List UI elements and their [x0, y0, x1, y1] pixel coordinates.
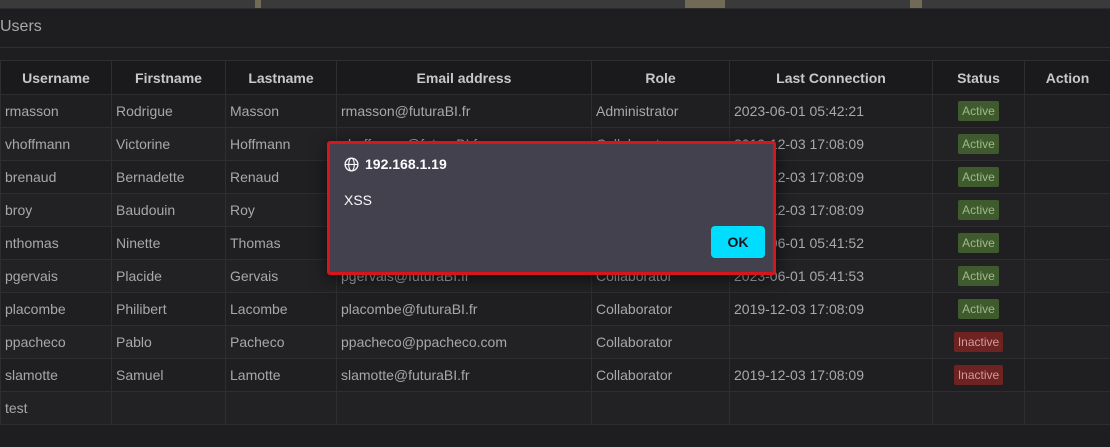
username-cell: pgervais [1, 260, 112, 293]
dialog-message: XSS [344, 192, 372, 208]
globe-icon [344, 157, 359, 172]
status-badge: Active [958, 200, 999, 220]
firstname-cell: Baudouin [112, 194, 226, 227]
lastname-cell: Roy [226, 194, 337, 227]
action-cell [1025, 326, 1110, 359]
firstname-cell: Placide [112, 260, 226, 293]
last-connection-cell: 2019-12-03 17:08:09 [730, 293, 933, 326]
status-badge: Active [958, 101, 999, 121]
alert-dialog: 192.168.1.19 XSS OK [327, 141, 776, 275]
status-cell: Active [933, 95, 1025, 128]
status-cell: Active [933, 128, 1025, 161]
panel-divider [0, 47, 1110, 48]
lastname-cell: Lacombe [226, 293, 337, 326]
status-badge: Active [958, 233, 999, 253]
firstname-cell [112, 392, 226, 425]
lastname-cell: Masson [226, 95, 337, 128]
column-header-role[interactable]: Role [592, 61, 730, 95]
role-cell: Collaborator [592, 359, 730, 392]
status-cell: Inactive [933, 326, 1025, 359]
column-header-email[interactable]: Email address [337, 61, 592, 95]
background-strip [0, 0, 1110, 8]
last-connection-cell: 2023-06-01 05:42:21 [730, 95, 933, 128]
username-cell: broy [1, 194, 112, 227]
email-cell: ppacheco@ppacheco.com [337, 326, 592, 359]
role-cell: Collaborator [592, 326, 730, 359]
email-cell: placombe@futuraBI.fr [337, 293, 592, 326]
lastname-cell: Pacheco [226, 326, 337, 359]
status-cell: Active [933, 194, 1025, 227]
username-cell: brenaud [1, 161, 112, 194]
last-connection-cell [730, 326, 933, 359]
status-cell: Active [933, 227, 1025, 260]
email-cell: rmasson@futuraBI.fr [337, 95, 592, 128]
username-cell: placombe [1, 293, 112, 326]
status-badge: Active [958, 299, 999, 319]
firstname-cell: Philibert [112, 293, 226, 326]
status-cell: Active [933, 293, 1025, 326]
dialog-origin-text: 192.168.1.19 [365, 156, 447, 172]
dialog-origin: 192.168.1.19 [344, 156, 447, 172]
table-row: rmassonRodrigueMassonrmasson@futuraBI.fr… [1, 95, 1110, 128]
firstname-cell: Pablo [112, 326, 226, 359]
column-header-status[interactable]: Status [933, 61, 1025, 95]
email-cell: slamotte@futuraBI.fr [337, 359, 592, 392]
role-cell: Collaborator [592, 293, 730, 326]
status-badge: Active [958, 167, 999, 187]
action-cell [1025, 260, 1110, 293]
action-cell [1025, 128, 1110, 161]
status-badge: Active [958, 134, 999, 154]
status-badge: Inactive [954, 365, 1003, 385]
username-cell: rmasson [1, 95, 112, 128]
username-cell: test [1, 392, 112, 425]
table-row: slamotteSamuelLamotteslamotte@futuraBI.f… [1, 359, 1110, 392]
lastname-cell: Gervais [226, 260, 337, 293]
status-cell: Active [933, 260, 1025, 293]
firstname-cell: Rodrigue [112, 95, 226, 128]
last-connection-cell [730, 392, 933, 425]
panel-title: Users [0, 18, 42, 36]
role-cell: Administrator [592, 95, 730, 128]
column-header-username[interactable]: Username [1, 61, 112, 95]
lastname-cell: Lamotte [226, 359, 337, 392]
firstname-cell: Victorine [112, 128, 226, 161]
firstname-cell: Bernadette [112, 161, 226, 194]
username-cell: ppacheco [1, 326, 112, 359]
last-connection-cell: 2019-12-03 17:08:09 [730, 359, 933, 392]
email-cell [337, 392, 592, 425]
status-badge: Inactive [954, 332, 1003, 352]
action-cell [1025, 194, 1110, 227]
column-header-lastname[interactable]: Lastname [226, 61, 337, 95]
column-header-last-connection[interactable]: Last Connection [730, 61, 933, 95]
column-header-firstname[interactable]: Firstname [112, 61, 226, 95]
lastname-cell: Hoffmann [226, 128, 337, 161]
table-row: ppachecoPabloPachecoppacheco@ppacheco.co… [1, 326, 1110, 359]
status-badge: Active [958, 266, 999, 286]
action-cell [1025, 392, 1110, 425]
username-cell: nthomas [1, 227, 112, 260]
firstname-cell: Samuel [112, 359, 226, 392]
table-row: test [1, 392, 1110, 425]
username-cell: slamotte [1, 359, 112, 392]
lastname-cell: Renaud [226, 161, 337, 194]
lastname-cell: Thomas [226, 227, 337, 260]
role-cell [592, 392, 730, 425]
status-cell: Active [933, 161, 1025, 194]
action-cell [1025, 161, 1110, 194]
username-cell: vhoffmann [1, 128, 112, 161]
action-cell [1025, 293, 1110, 326]
lastname-cell [226, 392, 337, 425]
column-header-action: Action [1025, 61, 1110, 95]
status-cell: Inactive [933, 359, 1025, 392]
table-row: placombePhilibertLacombeplacombe@futuraB… [1, 293, 1110, 326]
firstname-cell: Ninette [112, 227, 226, 260]
table-header-row: Username Firstname Lastname Email addres… [1, 61, 1110, 95]
action-cell [1025, 359, 1110, 392]
status-cell [933, 392, 1025, 425]
ok-button[interactable]: OK [711, 226, 765, 258]
action-cell [1025, 227, 1110, 260]
action-cell [1025, 95, 1110, 128]
